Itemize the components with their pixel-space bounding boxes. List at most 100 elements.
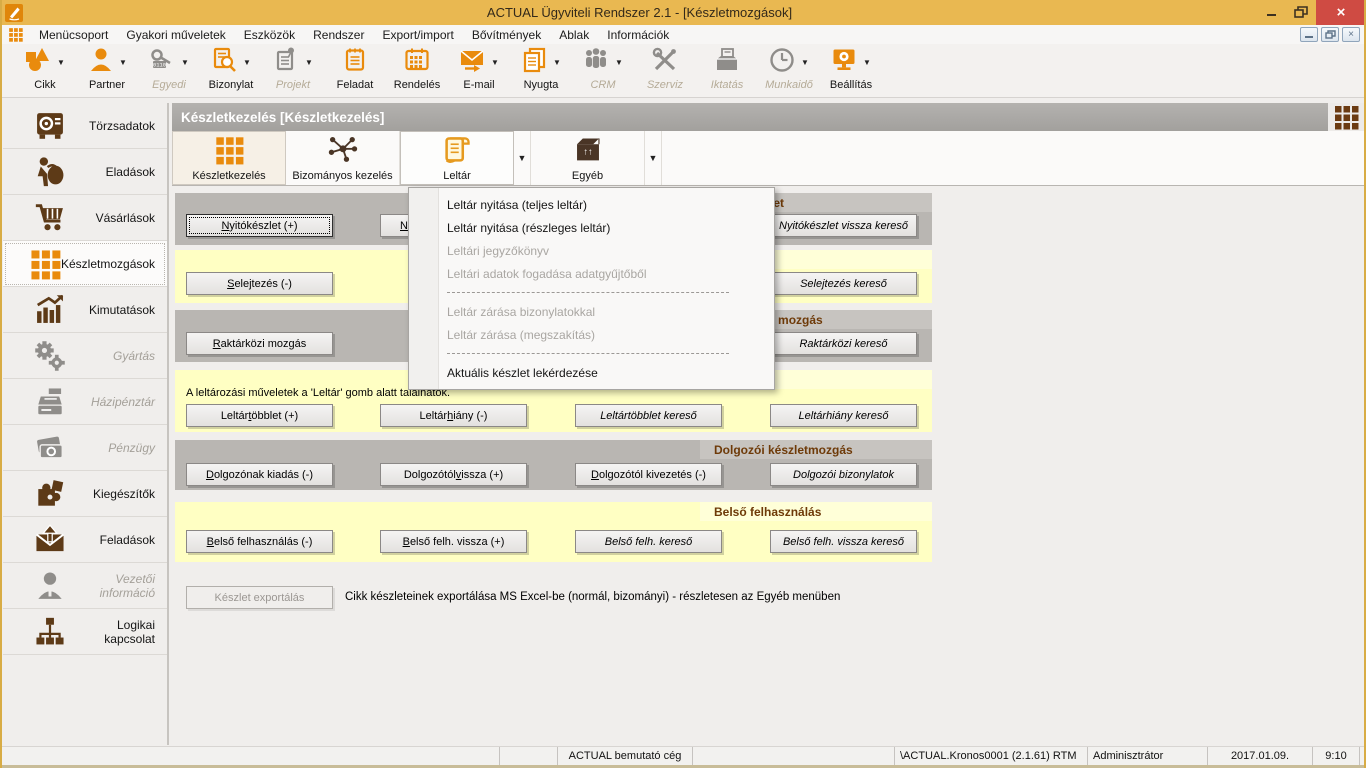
menu-gyakori-muveletek[interactable]: Gyakori műveletek: [117, 25, 234, 44]
button-raktarkozi-mozgas[interactable]: Raktárközi mozgás: [186, 332, 333, 355]
child-minimize-icon[interactable]: [1300, 27, 1318, 42]
sidebar-item-label: Vásárlások: [71, 211, 155, 225]
button-dolgozotol-vissza[interactable]: Dolgozótól vissza (+): [380, 463, 527, 486]
menu-menucsoport[interactable]: Menücsoport: [30, 25, 117, 44]
window-border-left: [0, 0, 2, 768]
toolbar-cikk[interactable]: ▼Cikk: [14, 47, 76, 91]
menu-separator: [409, 285, 774, 300]
chevron-down-icon[interactable]: ▼: [119, 58, 127, 67]
button-dolgozotol-kivezetes[interactable]: Dolgozótól kivezetés (-): [575, 463, 722, 486]
button-selejtezes[interactable]: Selejtezés (-): [186, 272, 333, 295]
tab-label: Bizományos kezelés: [292, 170, 392, 182]
button-selejtezes-kereso[interactable]: Selejtezés kereső: [770, 272, 917, 295]
header-grid-icon[interactable]: [1328, 103, 1364, 131]
toolbar-szerviz[interactable]: Szerviz: [634, 47, 696, 91]
toolbar-crm[interactable]: ▼CRM: [572, 47, 634, 91]
chevron-down-icon[interactable]: ▼: [615, 58, 623, 67]
sidebar-item-torzsadatok[interactable]: Törzsadatok: [3, 103, 167, 149]
toolbar-partner[interactable]: ▼Partner: [76, 47, 138, 91]
menu-item-aktualis-keszlet-lekerdezese[interactable]: Aktuális készlet lekérdezése: [409, 361, 774, 384]
close-icon[interactable]: ×: [1316, 0, 1366, 25]
tab-egyeb-dropdown-arrow[interactable]: ▼: [645, 131, 662, 185]
menu-item-leltar-nyitasa-reszleges-leltar[interactable]: Leltár nyitása (részleges leltár): [409, 216, 774, 239]
toolbar-nyugta[interactable]: ▼Nyugta: [510, 47, 572, 91]
child-close-icon[interactable]: ×: [1342, 27, 1360, 42]
puzzle-icon: [29, 478, 71, 510]
restore-icon[interactable]: [1286, 0, 1316, 25]
button-leltarhiany[interactable]: Leltárhiány (-): [380, 404, 527, 427]
menu-grid-icon[interactable]: [8, 27, 23, 42]
button-leltartobblet[interactable]: Leltártöbblet (+): [186, 404, 333, 427]
toolbar-beallitas[interactable]: ▼Beállítás: [820, 47, 882, 91]
menu-rendszer[interactable]: Rendszer: [304, 25, 373, 44]
menubar-items: MenücsoportGyakori műveletekEszközökRend…: [30, 25, 678, 44]
sidebar-item-feladasok[interactable]: Feladások: [3, 517, 167, 563]
button-nyitokeszlet[interactable]: Nyitókészlet (+): [186, 214, 333, 237]
titlebar: ACTUAL Ügyviteli Rendszer 2.1 - [Készlet…: [0, 0, 1366, 25]
menu-eszkozok[interactable]: Eszközök: [235, 25, 304, 44]
menu-bovitmenyek[interactable]: Bővítmények: [463, 25, 550, 44]
sidebar-item-gyartas[interactable]: Gyártás: [3, 333, 167, 379]
chevron-down-icon[interactable]: ▼: [243, 58, 251, 67]
menu-separator: [409, 346, 774, 361]
toolbar-iktatas[interactable]: Iktatás: [696, 47, 758, 91]
sidebar-item-vezetoi-informacio[interactable]: Vezetői információ: [3, 563, 167, 609]
menu-item-leltar-zarasa-megszakitas: Leltár zárása (megszakítás): [409, 323, 774, 346]
toolbar-egyedi[interactable]: 0110▼Egyedi: [138, 47, 200, 91]
sidebar-item-hazipenztar[interactable]: Házipénztár: [3, 379, 167, 425]
tab-keszletkezeles[interactable]: Készletkezelés: [172, 131, 286, 185]
safe-icon: [29, 110, 71, 142]
sidebar-item-kiegeszitok[interactable]: Kiegészítők: [3, 471, 167, 517]
menu-ablak[interactable]: Ablak: [550, 25, 598, 44]
tab-leltar-dropdown-arrow[interactable]: ▼: [514, 131, 531, 185]
button-dolgozoi-bizonylatok[interactable]: Dolgozói bizonylatok: [770, 463, 917, 486]
export-stock-button[interactable]: Készlet exportálás: [186, 586, 333, 609]
band-dolgozoi-keszletmozgas: Dolgozói készletmozgásDolgozónak kiadás …: [175, 440, 932, 490]
chevron-down-icon[interactable]: ▼: [801, 58, 809, 67]
sidebar-item-keszletmozgasok[interactable]: Készletmozgások: [3, 241, 167, 287]
menu-item-leltari-adatok-fogadasa-adatgyujtobol: Leltári adatok fogadása adatgyűjtőből: [409, 262, 774, 285]
sidebar-item-kimutatasok[interactable]: Kimutatások: [3, 287, 167, 333]
chevron-down-icon[interactable]: ▼: [305, 58, 313, 67]
button-belso-felh-kereso[interactable]: Belső felh. kereső: [575, 530, 722, 553]
tab-egyeb[interactable]: ↑↑Egyéb: [531, 131, 645, 185]
status-cell-empty: [500, 747, 558, 765]
sidebar-item-eladasok[interactable]: Eladások: [3, 149, 167, 195]
toolbar-bizonylat[interactable]: ▼Bizonylat: [200, 47, 262, 91]
grid-icon: [214, 135, 244, 168]
toolbar-feladat[interactable]: Feladat: [324, 47, 386, 91]
band-belso-felhasznalas: Belső felhasználásBelső felhasználás (-)…: [175, 502, 932, 562]
button-belso-felh-vissza-kereso[interactable]: Belső felh. vissza kereső: [770, 530, 917, 553]
menu-export-import[interactable]: Export/import: [373, 25, 462, 44]
chevron-down-icon[interactable]: ▼: [57, 58, 65, 67]
chevron-down-icon[interactable]: ▼: [491, 58, 499, 67]
chevron-down-icon[interactable]: ▼: [863, 58, 871, 67]
sidebar-item-vasarlasok[interactable]: Vásárlások: [3, 195, 167, 241]
button-leltarhiany-kereso[interactable]: Leltárhiány kereső: [770, 404, 917, 427]
sidebar-item-label: Gyártás: [71, 349, 155, 363]
chevron-down-icon[interactable]: ▼: [181, 58, 189, 67]
sidebar-item-penzugy[interactable]: Pénzügy: [3, 425, 167, 471]
button-raktarkozi-kereso[interactable]: Raktárközi kereső: [770, 332, 917, 355]
chevron-down-icon[interactable]: ▼: [553, 58, 561, 67]
page-header: Készletkezelés [Készletkezelés]: [172, 103, 1364, 131]
button-belso-felhasznalas[interactable]: Belső felhasználás (-): [186, 530, 333, 553]
child-restore-icon[interactable]: [1321, 27, 1339, 42]
minimize-icon[interactable]: [1256, 0, 1286, 25]
sidebar-item-logikai-kapcsolat[interactable]: Logikai kapcsolat: [3, 609, 167, 655]
toolbar-munkaido[interactable]: ▼Munkaidő: [758, 47, 820, 91]
menu-item-leltar-nyitasa-teljes-leltar[interactable]: Leltár nyitása (teljes leltár): [409, 193, 774, 216]
toolbar-e-mail[interactable]: ▼E-mail: [448, 47, 510, 91]
toolbar-projekt[interactable]: ▼Projekt: [262, 47, 324, 91]
button-dolgozonak-kiadas[interactable]: Dolgozónak kiadás (-): [186, 463, 333, 486]
toolbar-rendeles[interactable]: Rendelés: [386, 47, 448, 91]
tab-bizomanyos-kezeles[interactable]: Bizományos kezelés: [286, 131, 400, 185]
sidebar-item-label: Feladások: [71, 533, 155, 547]
menu-informaciok[interactable]: Információk: [598, 25, 678, 44]
tab-leltar[interactable]: Leltár: [400, 131, 514, 185]
archive-icon: [714, 47, 740, 78]
button-leltartobblet-kereso[interactable]: Leltártöbblet kereső: [575, 404, 722, 427]
button-belso-felh-vissza[interactable]: Belső felh. vissza (+): [380, 530, 527, 553]
button-nyitokeszlet-vissza-kereso[interactable]: Nyitókészlet vissza kereső: [770, 214, 917, 237]
money-icon: [29, 432, 71, 464]
